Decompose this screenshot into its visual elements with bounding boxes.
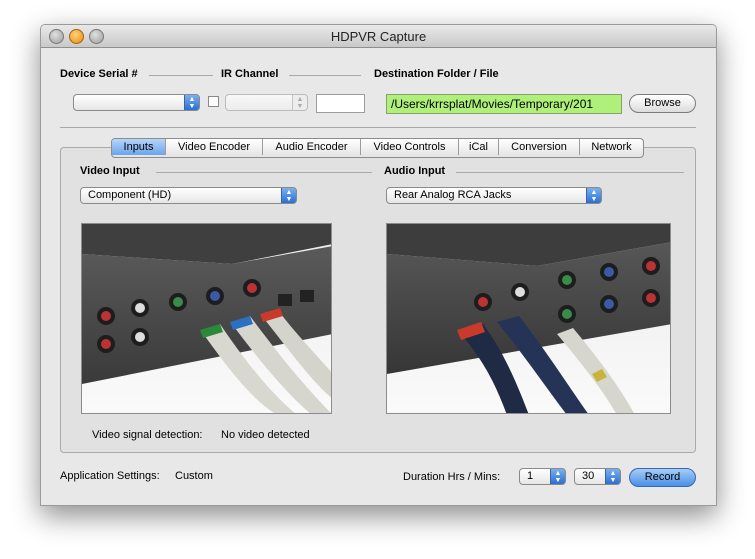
ir-channel-field[interactable] bbox=[316, 94, 365, 113]
divider bbox=[156, 172, 372, 173]
divider bbox=[456, 172, 684, 173]
duration-mins-popup[interactable]: 30 ▲ ▼ bbox=[574, 468, 621, 485]
destination-label: Destination Folder / File bbox=[374, 68, 499, 80]
popup-arrows-icon: ▲ ▼ bbox=[281, 188, 296, 203]
tab-video-controls[interactable]: Video Controls bbox=[361, 139, 459, 155]
popup-arrows-icon: ▲ ▼ bbox=[586, 188, 601, 203]
tab-network[interactable]: Network bbox=[580, 139, 643, 155]
title-bar[interactable]: HDPVR Capture bbox=[41, 25, 716, 48]
audio-input-label: Audio Input bbox=[384, 165, 446, 177]
app-window: HDPVR Capture Device Serial # IR Channel… bbox=[40, 24, 717, 506]
divider bbox=[60, 127, 696, 128]
popup-arrows-icon: ▲ ▼ bbox=[550, 469, 565, 484]
video-input-image bbox=[81, 223, 332, 414]
ir-channel-label: IR Channel bbox=[221, 68, 279, 80]
tab-video-encoder[interactable]: Video Encoder bbox=[166, 139, 263, 155]
audio-input-image bbox=[386, 223, 671, 414]
divider bbox=[289, 75, 361, 76]
browse-button[interactable]: Browse bbox=[629, 94, 696, 113]
tab-conversion[interactable]: Conversion bbox=[499, 139, 580, 155]
video-input-popup[interactable]: Component (HD) ▲ ▼ bbox=[80, 187, 297, 204]
destination-field[interactable]: /Users/krrsplat/Movies/Temporary/201 bbox=[386, 94, 622, 114]
tab-audio-encoder[interactable]: Audio Encoder bbox=[263, 139, 361, 155]
record-button[interactable]: Record bbox=[629, 468, 696, 487]
popup-arrows-icon: ▲ ▼ bbox=[184, 95, 199, 110]
ir-channel-checkbox[interactable] bbox=[208, 96, 219, 107]
duration-label: Duration Hrs / Mins: bbox=[403, 471, 501, 483]
popup-arrows-icon: ▲ ▼ bbox=[292, 95, 307, 110]
audio-input-value: Rear Analog RCA Jacks bbox=[394, 189, 512, 201]
device-serial-popup[interactable]: ▲ ▼ bbox=[73, 94, 200, 111]
tab-ical[interactable]: iCal bbox=[459, 139, 499, 155]
device-serial-label: Device Serial # bbox=[60, 68, 138, 80]
window-title: HDPVR Capture bbox=[330, 29, 427, 44]
duration-hours-value: 1 bbox=[527, 470, 534, 482]
video-input-label: Video Input bbox=[80, 165, 140, 177]
duration-mins-value: 30 bbox=[582, 470, 595, 482]
tab-inputs[interactable]: Inputs bbox=[112, 139, 166, 155]
application-settings-label: Application Settings: bbox=[60, 470, 160, 482]
video-input-value: Component (HD) bbox=[88, 189, 172, 201]
popup-arrows-icon: ▲ ▼ bbox=[605, 469, 620, 484]
tab-bar: Inputs Video Encoder Audio Encoder Video… bbox=[111, 138, 644, 158]
divider bbox=[149, 75, 213, 76]
application-settings-value: Custom bbox=[175, 470, 213, 482]
audio-input-popup[interactable]: Rear Analog RCA Jacks ▲ ▼ bbox=[386, 187, 602, 204]
signal-detection-value: No video detected bbox=[221, 429, 310, 441]
ir-channel-popup[interactable]: ▲ ▼ bbox=[225, 94, 308, 111]
duration-hours-popup[interactable]: 1 ▲ ▼ bbox=[519, 468, 566, 485]
signal-detection-label: Video signal detection: bbox=[92, 429, 203, 441]
